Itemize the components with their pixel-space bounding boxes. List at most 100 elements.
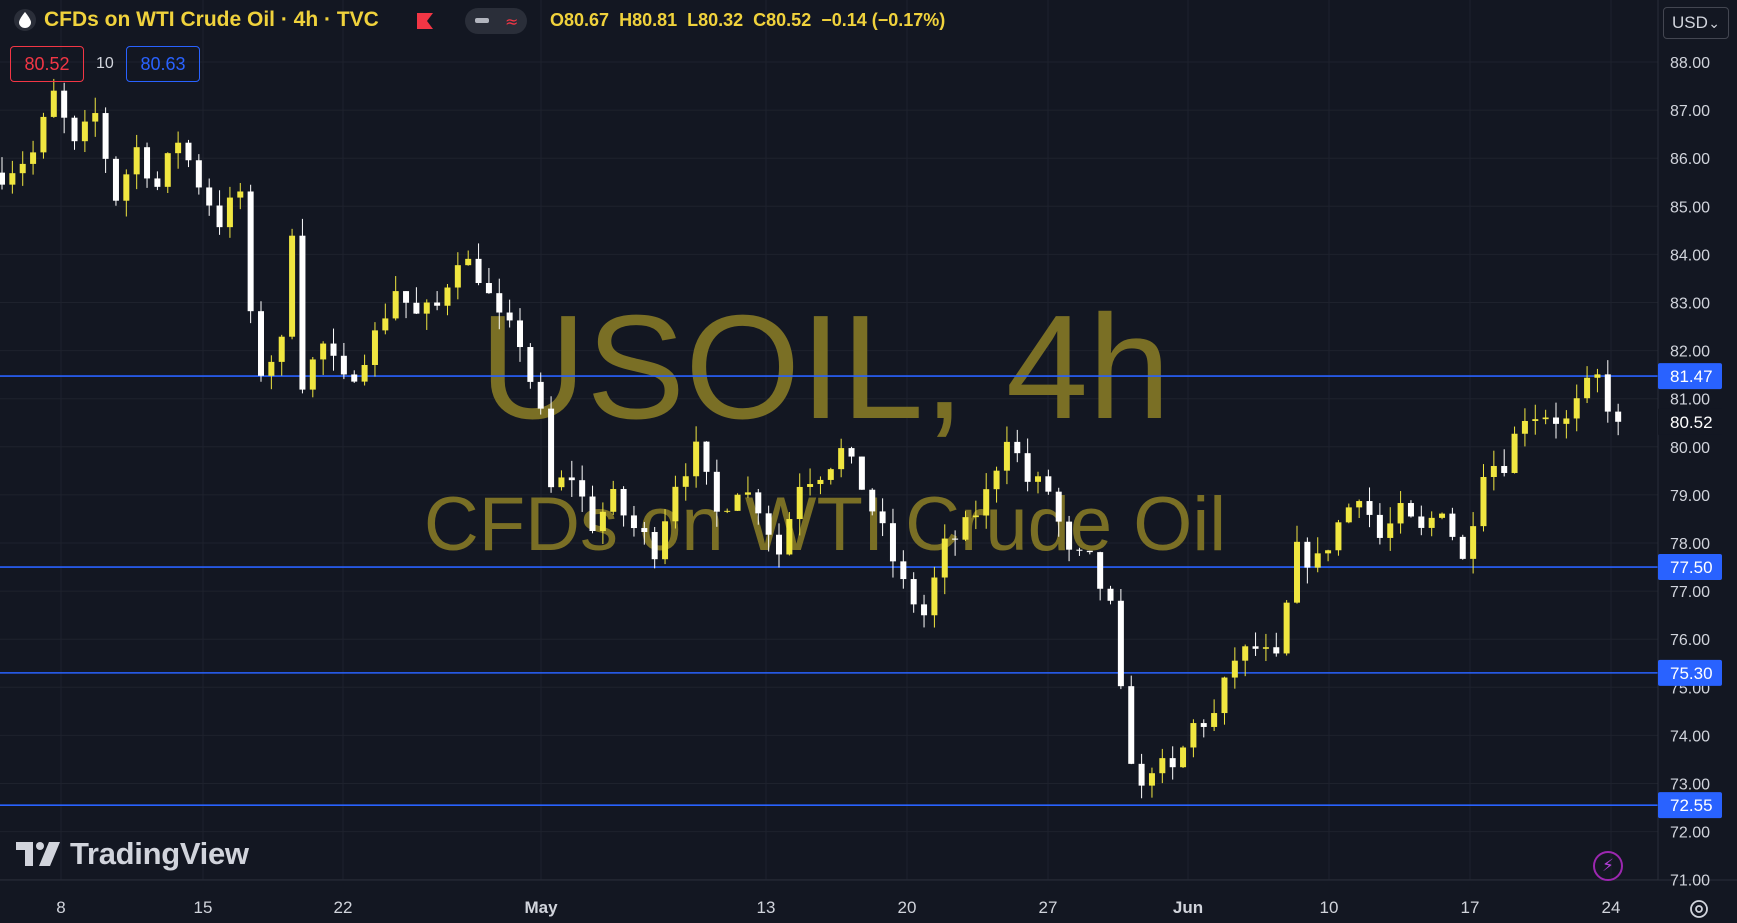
candle-body — [786, 519, 793, 555]
sell-price-button[interactable]: 80.52 — [10, 46, 84, 82]
candle-body — [641, 528, 648, 533]
candle-body — [962, 517, 969, 540]
candle-body — [1180, 747, 1187, 768]
candle-body — [434, 302, 441, 306]
candle-body — [807, 484, 814, 487]
symbol-title[interactable]: CFDs on WTI Crude Oil · 4h · TVC — [44, 8, 379, 32]
candle-body — [599, 511, 606, 531]
candle-body — [527, 347, 534, 382]
buy-price-button[interactable]: 80.63 — [126, 46, 200, 82]
candle-body — [423, 302, 430, 314]
price-tick-label: 87.00 — [1670, 103, 1710, 120]
candle-body — [1553, 417, 1559, 424]
candle-body — [506, 312, 513, 321]
lightning-icon[interactable]: ⚡ — [1593, 851, 1623, 881]
candle-body — [268, 361, 275, 376]
candle-body — [921, 604, 928, 616]
candle-body — [30, 152, 37, 164]
price-tick-label: 80.00 — [1670, 440, 1710, 457]
flag-icon[interactable] — [416, 12, 434, 30]
horizontal-line-price-label: 75.30 — [1670, 664, 1713, 683]
candle-body — [382, 318, 389, 331]
price-tick-label: 72.00 — [1670, 825, 1710, 842]
price-chart[interactable]: USOIL, 4h CFDs on WTI Crude Oil 88.00 87.… — [0, 0, 1737, 923]
price-tick-label: 71.00 — [1670, 873, 1710, 890]
candle-body — [1169, 758, 1176, 768]
candle-body — [1200, 723, 1207, 727]
candle-body — [776, 534, 782, 555]
open-value: 80.67 — [564, 10, 610, 30]
time-tick-label: 22 — [334, 898, 353, 917]
candle-body — [299, 235, 306, 390]
price-tick-label: 73.00 — [1670, 777, 1710, 794]
price-tick-label: 74.00 — [1670, 728, 1710, 745]
candle-body — [620, 488, 627, 516]
candle-body — [330, 343, 337, 356]
candle-body — [258, 311, 264, 376]
candle-body — [1055, 491, 1062, 522]
last-price-label: 80.52 — [1670, 413, 1713, 432]
candle-body — [558, 477, 565, 488]
candle-body — [81, 121, 88, 142]
candle-body — [1594, 374, 1601, 378]
candle-body — [734, 494, 741, 511]
high-label: H — [619, 10, 633, 30]
candle-body — [485, 283, 492, 294]
candle-body — [1573, 398, 1580, 419]
candle-body — [164, 153, 171, 187]
candle-body — [1066, 521, 1073, 550]
price-tick-label: 81.00 — [1670, 392, 1710, 409]
candle-body — [993, 470, 1000, 490]
candle-body — [154, 178, 161, 187]
candle-body — [1003, 441, 1010, 471]
candle-body — [1314, 553, 1321, 568]
candle-body — [1159, 758, 1166, 774]
candle-body — [371, 330, 378, 365]
candle-body — [651, 532, 658, 560]
oil-drop-icon — [14, 9, 36, 31]
candle-body — [827, 469, 834, 480]
watermark-description: CFDs on WTI Crude Oil — [424, 482, 1226, 567]
candle-body — [796, 486, 803, 520]
candle-body — [1107, 588, 1114, 601]
candle-body — [185, 142, 192, 161]
low-label: L — [687, 10, 699, 30]
candle-body — [61, 90, 68, 118]
candle-body — [1128, 686, 1135, 764]
horizontal-line-price-label: 72.55 — [1670, 796, 1713, 815]
candle-body — [1231, 660, 1238, 678]
candle-body — [40, 116, 47, 153]
candle-body — [9, 173, 16, 185]
chart-mode-toggle[interactable]: ≈ — [465, 8, 527, 34]
price-tick-label: 76.00 — [1670, 632, 1710, 649]
candle-body — [1138, 763, 1145, 786]
candle-body — [1076, 549, 1083, 551]
candle-body — [1045, 476, 1052, 492]
candle-body — [1459, 536, 1466, 559]
price-tick-label: 88.00 — [1670, 55, 1710, 72]
candle-body — [195, 160, 202, 188]
price-tick-label: 86.00 — [1670, 151, 1710, 168]
high-value: 80.81 — [632, 10, 678, 30]
candle-body — [537, 381, 544, 409]
chevron-down-icon: ⌄ — [1708, 15, 1720, 31]
candle-body — [216, 205, 223, 228]
candle-body — [1449, 513, 1456, 537]
candle-body — [589, 496, 596, 531]
settings-gear-icon[interactable] — [1688, 898, 1710, 920]
candle-body — [1490, 465, 1497, 477]
candle-body — [910, 579, 917, 605]
chart-background — [0, 0, 1737, 923]
candle-body — [879, 511, 886, 524]
candle-body — [392, 291, 399, 319]
candle-body — [1501, 465, 1508, 473]
candle-body — [858, 456, 865, 490]
time-tick-label: 10 — [1320, 898, 1339, 917]
time-tick-label: 17 — [1461, 898, 1480, 917]
candle-body — [1252, 646, 1259, 649]
price-tick-label: 82.00 — [1670, 344, 1710, 361]
candle-body — [889, 523, 896, 562]
candle-body — [1148, 773, 1155, 786]
currency-select[interactable]: USD ⌄ — [1663, 7, 1729, 39]
tradingview-logo[interactable]: TradingView — [16, 836, 249, 872]
